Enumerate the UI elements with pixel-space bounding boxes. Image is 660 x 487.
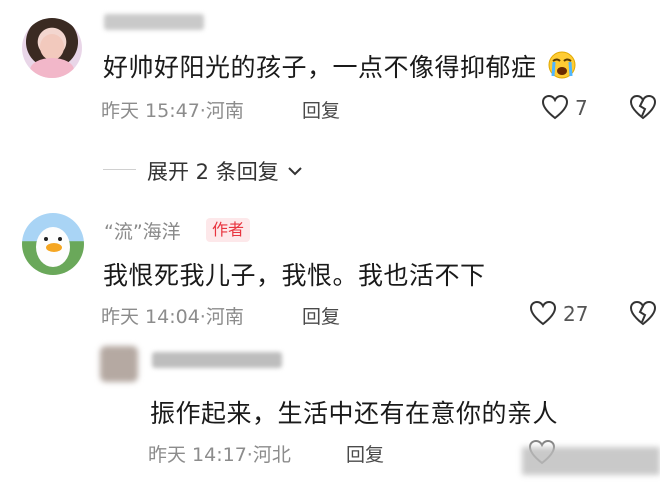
crying-face-icon <box>547 50 577 86</box>
like-heart-icon[interactable] <box>540 92 570 122</box>
avatar-duck[interactable] <box>22 213 84 275</box>
comment-meta: 昨天 15:47·河南 <box>101 100 244 122</box>
timestamp: 昨天 14:04 <box>101 306 200 328</box>
timestamp: 昨天 15:47 <box>101 100 200 122</box>
expand-label[interactable]: 展开 2 条回复 <box>147 160 279 184</box>
avatar-blurred[interactable] <box>100 346 138 382</box>
username-blurred[interactable] <box>152 352 282 368</box>
reply-button[interactable]: 回复 <box>302 302 340 329</box>
author-badge: 作者 <box>206 218 251 242</box>
reply-text: 振作起来，生活中还有在意你的亲人 <box>150 399 559 428</box>
avatar[interactable] <box>22 18 82 78</box>
comment-text: 好帅好阳光的孩子，一点不像得抑郁症 <box>103 48 577 86</box>
reply-button[interactable]: 回复 <box>302 96 340 123</box>
expand-divider <box>103 169 136 170</box>
reply-meta: 昨天 14:17·河北 <box>148 444 291 466</box>
like-count: 7 <box>575 96 588 120</box>
location: 河南 <box>205 306 244 328</box>
timestamp: 昨天 14:17 <box>148 444 247 466</box>
dislike-broken-heart-icon[interactable] <box>628 298 658 328</box>
dislike-broken-heart-icon[interactable] <box>628 92 658 122</box>
comment-text: 我恨死我儿子，我恨。我也活不下 <box>103 261 486 290</box>
chevron-down-icon[interactable] <box>285 161 305 186</box>
comment-meta: 昨天 14:04·河南 <box>101 306 244 328</box>
username[interactable]: “流”海洋 <box>104 217 181 244</box>
username-blurred[interactable] <box>104 14 204 30</box>
location: 河北 <box>252 444 291 466</box>
like-count: 27 <box>563 302 589 326</box>
watermark-blurred <box>522 447 660 475</box>
location: 河南 <box>205 100 244 122</box>
reply-button[interactable]: 回复 <box>346 440 384 467</box>
like-heart-icon[interactable] <box>528 298 558 328</box>
